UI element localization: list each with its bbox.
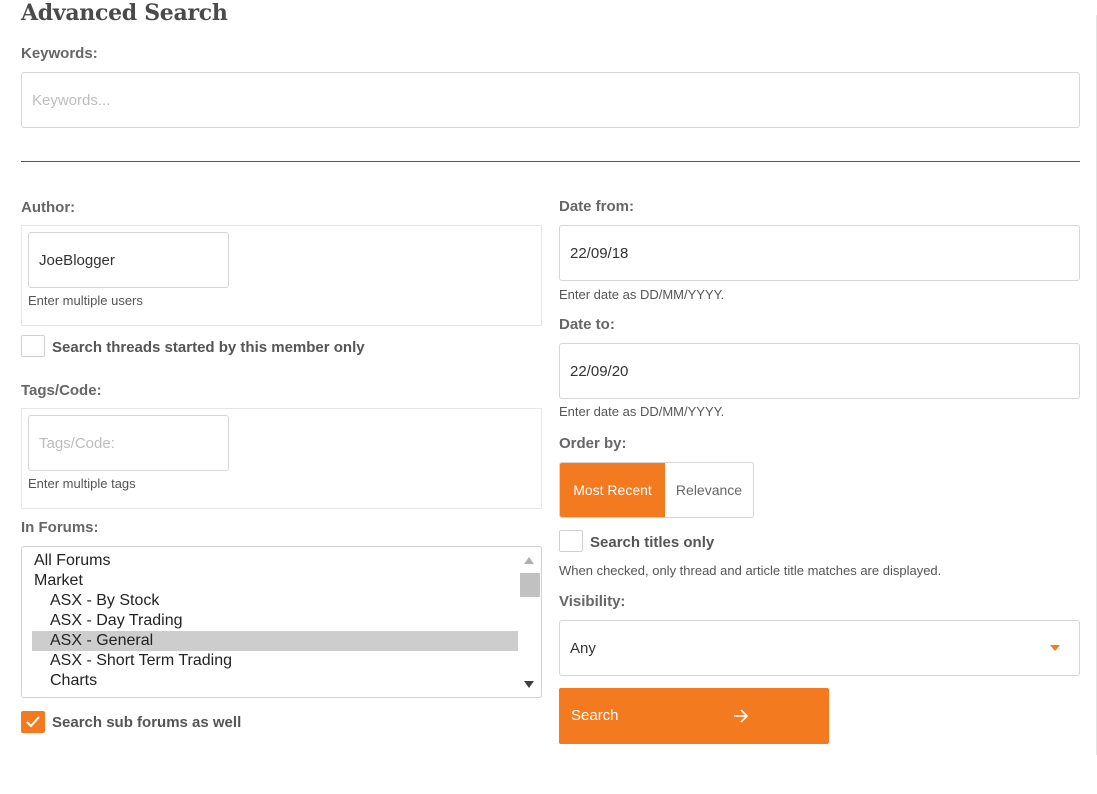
checkmark-icon xyxy=(26,716,40,728)
date-from-label: Date from: xyxy=(559,198,635,215)
date-to-input[interactable] xyxy=(559,343,1080,399)
forum-option[interactable]: ASX - By Stock xyxy=(32,591,526,611)
visibility-value: Any xyxy=(570,639,596,657)
author-hint: Enter multiple users xyxy=(28,293,143,308)
author-label: Author: xyxy=(21,199,76,216)
scroll-down-icon xyxy=(524,681,534,688)
divider xyxy=(21,161,1080,162)
keywords-label: Keywords: xyxy=(21,45,98,62)
visibility-label: Visibility: xyxy=(559,593,626,610)
tags-input[interactable] xyxy=(28,415,229,471)
forums-label: In Forums: xyxy=(21,519,99,536)
forum-option[interactable]: ASX - Short Term Trading xyxy=(32,651,526,671)
forums-listbox[interactable]: All Forums Market ASX - By Stock ASX - Day … xyxy=(21,546,542,698)
date-from-hint: Enter date as DD/MM/YYYY. xyxy=(559,287,725,302)
forum-option[interactable]: All Forums xyxy=(32,551,510,571)
keywords-input[interactable] xyxy=(21,72,1080,128)
search-button-label: Search xyxy=(571,707,619,724)
forum-option[interactable]: ASX - Day Trading xyxy=(32,611,526,631)
date-to-hint: Enter date as DD/MM/YYYY. xyxy=(559,404,725,419)
search-button[interactable]: Search xyxy=(559,688,829,744)
threads-only-label[interactable]: Search threads started by this member on… xyxy=(52,339,365,356)
date-to-label: Date to: xyxy=(559,316,615,333)
order-toggle: Most Recent Relevance xyxy=(559,462,754,518)
forum-option[interactable]: Charts xyxy=(32,671,526,691)
sub-forums-label[interactable]: Search sub forums as well xyxy=(52,714,241,731)
scroll-up-icon xyxy=(524,557,534,564)
order-relevance-button[interactable]: Relevance xyxy=(665,463,753,517)
forum-option[interactable]: ASX - General xyxy=(32,631,526,651)
threads-only-checkbox[interactable] xyxy=(21,335,45,357)
tags-hint: Enter multiple tags xyxy=(28,476,136,491)
page-title: Advanced Search xyxy=(21,0,228,26)
chevron-down-icon xyxy=(1050,645,1060,651)
forum-option[interactable]: Market xyxy=(32,571,510,591)
titles-only-hint: When checked, only thread and article ti… xyxy=(559,563,942,578)
arrow-right-icon xyxy=(734,709,749,723)
order-label: Order by: xyxy=(559,435,627,452)
titles-only-checkbox[interactable] xyxy=(559,530,583,552)
scroll-thumb[interactable] xyxy=(520,573,540,597)
visibility-select[interactable]: Any xyxy=(559,620,1080,676)
tags-label: Tags/Code: xyxy=(21,382,102,399)
author-input[interactable] xyxy=(28,232,229,288)
order-most-recent-button[interactable]: Most Recent xyxy=(560,463,665,517)
titles-only-label[interactable]: Search titles only xyxy=(590,534,714,551)
forums-scrollbar[interactable] xyxy=(518,548,540,696)
date-from-input[interactable] xyxy=(559,225,1080,281)
sub-forums-checkbox[interactable] xyxy=(21,711,45,733)
